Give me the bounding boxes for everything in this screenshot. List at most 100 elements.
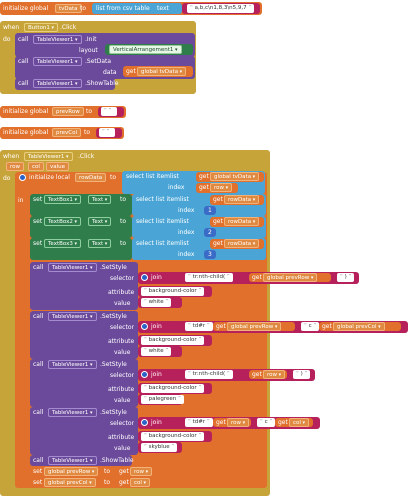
attribute-text-value[interactable]: background-color <box>141 432 205 441</box>
mutator-gear-icon[interactable] <box>141 419 148 426</box>
textbox-component-select[interactable]: TextBox3 <box>44 239 81 248</box>
selector-text-value[interactable]: td#r <box>185 322 213 331</box>
selector-text-part[interactable]: c <box>254 418 276 427</box>
get-rowdata-select[interactable]: rowData <box>224 195 260 204</box>
selector-get-part[interactable]: get global prevRow <box>213 322 295 331</box>
setstyle-component-select[interactable]: TableViewer1 <box>48 312 97 321</box>
set-prevrow-select[interactable]: global prevRow <box>44 467 99 476</box>
selector-get-select[interactable]: global prevCol <box>333 322 385 331</box>
attribute-text-block[interactable]: background-color <box>138 383 212 394</box>
csv-text-block[interactable]: a,b,c\n1,8,3\n5,9,7 <box>182 3 260 14</box>
value-text-value[interactable]: white <box>141 347 172 356</box>
get-tvdata-select[interactable]: global tvData <box>210 172 260 181</box>
selector-get-part[interactable]: get global prevCol <box>319 322 401 331</box>
selector-text-value[interactable]: tr:nth-child( <box>185 273 233 282</box>
init-global-prevrow-block[interactable]: initialize global prevRow to <box>0 106 126 118</box>
attribute-text-value[interactable]: background-color <box>141 287 205 296</box>
prevrow-var-name[interactable]: prevRow <box>52 107 84 116</box>
get-row-block[interactable]: get row <box>196 183 238 193</box>
join-block[interactable]: join tr:nth-child( get row ) <box>138 369 315 381</box>
textbox-component-select[interactable]: TextBox1 <box>44 195 81 204</box>
csv-text-value[interactable]: a,b,c\n1,8,3\n5,9,7 <box>187 4 255 13</box>
value-text-value[interactable]: palegreen <box>141 395 184 404</box>
index-number-value[interactable]: 1 <box>208 206 212 215</box>
join-block[interactable]: join td#r get row c get col <box>138 417 320 429</box>
get-global-tvdata-block[interactable]: get global tvData <box>196 172 264 182</box>
attribute-text-block[interactable]: background-color <box>138 286 212 297</box>
value-text-block[interactable]: palegreen <box>138 394 184 405</box>
prevcol-empty-text-block[interactable] <box>96 128 122 138</box>
attribute-text-value[interactable]: background-color <box>141 336 205 345</box>
set-textbox-text-block[interactable]: set TextBox1 Text to <box>30 194 132 216</box>
get-rowdata-select[interactable]: rowData <box>224 239 260 248</box>
value-text-block[interactable]: white <box>138 346 182 357</box>
layout-value-block[interactable]: VerticalArrangement1 <box>105 44 193 55</box>
select-list-item-block[interactable]: select list item list index get rowData … <box>132 194 266 216</box>
selector-text-part[interactable]: tr:nth-child( <box>182 273 246 282</box>
selector-text-part[interactable]: td#r <box>182 322 213 331</box>
get-row-block[interactable]: get row <box>116 466 156 477</box>
prevrow-text-value[interactable] <box>101 107 117 116</box>
init-global-prevcol-block[interactable]: initialize global prevCol to <box>0 127 124 139</box>
index-number-block[interactable]: 3 <box>204 250 216 259</box>
index-number-value[interactable]: 2 <box>208 228 212 237</box>
attribute-text-value[interactable]: background-color <box>141 384 205 393</box>
set-global-prevrow-block[interactable]: set global prevRow to get row <box>30 466 158 477</box>
mutator-gear-icon[interactable] <box>19 174 26 181</box>
textbox-component-select[interactable]: TextBox2 <box>44 217 81 226</box>
index-number-block[interactable]: 1 <box>204 206 216 215</box>
tableviewer-component-select[interactable]: TableViewer1 <box>24 152 73 161</box>
init-component-select[interactable]: TableViewer1 <box>33 35 82 44</box>
selector-text-part[interactable]: ) <box>290 370 311 379</box>
get-rowdata-block[interactable]: get rowData <box>210 195 264 205</box>
get-tvdata-select[interactable]: global tvData <box>137 67 187 76</box>
init-global-tvdata-block[interactable]: initialize global tvData to list from cs… <box>0 2 262 15</box>
text-property-select[interactable]: Text <box>88 195 112 204</box>
tableviewer-setstyle-call[interactable]: call TableViewer1 .SetStyle selector att… <box>30 407 138 455</box>
param-col[interactable]: col <box>28 162 44 171</box>
setdata-component-select[interactable]: TableViewer1 <box>33 57 82 66</box>
selector-text-part[interactable]: c <box>298 322 320 331</box>
select-list-item-block[interactable]: select list item list index get rowData … <box>132 216 266 238</box>
selector-text-value[interactable]: c <box>301 322 320 331</box>
tableviewer-init-call[interactable]: call TableViewer1 .Init layout VerticalA… <box>15 33 195 57</box>
rowdata-local-name[interactable]: rowData <box>75 173 107 182</box>
selector-text-value[interactable]: c <box>257 418 276 427</box>
selector-text-part[interactable]: tr:nth-child( <box>182 370 246 379</box>
value-text-value[interactable]: skyblue <box>141 443 178 452</box>
mutator-gear-icon[interactable] <box>141 371 148 378</box>
selector-text-value[interactable]: tr:nth-child( <box>185 370 233 379</box>
value-text-block[interactable]: white <box>138 297 182 308</box>
get-tvdata-block[interactable]: get global tvData <box>123 66 193 77</box>
layout-component-select[interactable]: VerticalArrangement1 <box>109 45 182 54</box>
tableviewer-setstyle-call[interactable]: call TableViewer1 .SetStyle selector att… <box>30 359 138 407</box>
button1-component-select[interactable]: Button1 <box>24 23 59 32</box>
showtable-component-select[interactable]: TableViewer1 <box>48 456 97 465</box>
param-value[interactable]: value <box>46 162 70 171</box>
set-textbox-text-block[interactable]: set TextBox3 Text to <box>30 238 132 260</box>
selector-text-part[interactable]: ) <box>334 273 355 282</box>
tableviewer-setdata-call[interactable]: call TableViewer1 .SetData data get glob… <box>15 56 195 79</box>
prevrow-empty-text-block[interactable] <box>98 107 124 117</box>
tableviewer-showtable-call-2[interactable]: call TableViewer1 .ShowTable <box>30 455 134 466</box>
tableviewer-showtable-call[interactable]: call TableViewer1 .ShowTable <box>15 78 119 90</box>
value-text-value[interactable]: white <box>141 298 172 307</box>
select-list-item-block[interactable]: select list item list index get rowData … <box>132 238 266 260</box>
tableviewer-setstyle-call[interactable]: call TableViewer1 .SetStyle selector att… <box>30 311 138 359</box>
selector-text-value[interactable]: td#r <box>185 418 213 427</box>
selector-text-value[interactable]: ) <box>293 370 311 379</box>
index-number-block[interactable]: 2 <box>204 228 216 237</box>
prevcol-text-value[interactable] <box>99 128 115 137</box>
set-global-prevcol-block[interactable]: set global prevCol to get col <box>30 477 158 488</box>
join-block[interactable]: join td#r get global prevRow c get globa… <box>138 321 408 333</box>
selector-get-part[interactable]: get row <box>213 418 251 427</box>
selector-get-select[interactable]: col <box>289 418 310 427</box>
text-property-select[interactable]: Text <box>88 239 112 248</box>
selector-get-select[interactable]: global prevRow <box>263 273 318 282</box>
get-rowdata-block[interactable]: get rowData <box>210 239 264 249</box>
join-block[interactable]: join tr:nth-child( get global prevRow ) <box>138 272 359 284</box>
get-col-select[interactable]: col <box>130 478 151 487</box>
setstyle-component-select[interactable]: TableViewer1 <box>48 360 97 369</box>
set-prevcol-select[interactable]: global prevCol <box>44 478 96 487</box>
list-from-csv-block[interactable]: list from csv table text <box>92 3 182 14</box>
